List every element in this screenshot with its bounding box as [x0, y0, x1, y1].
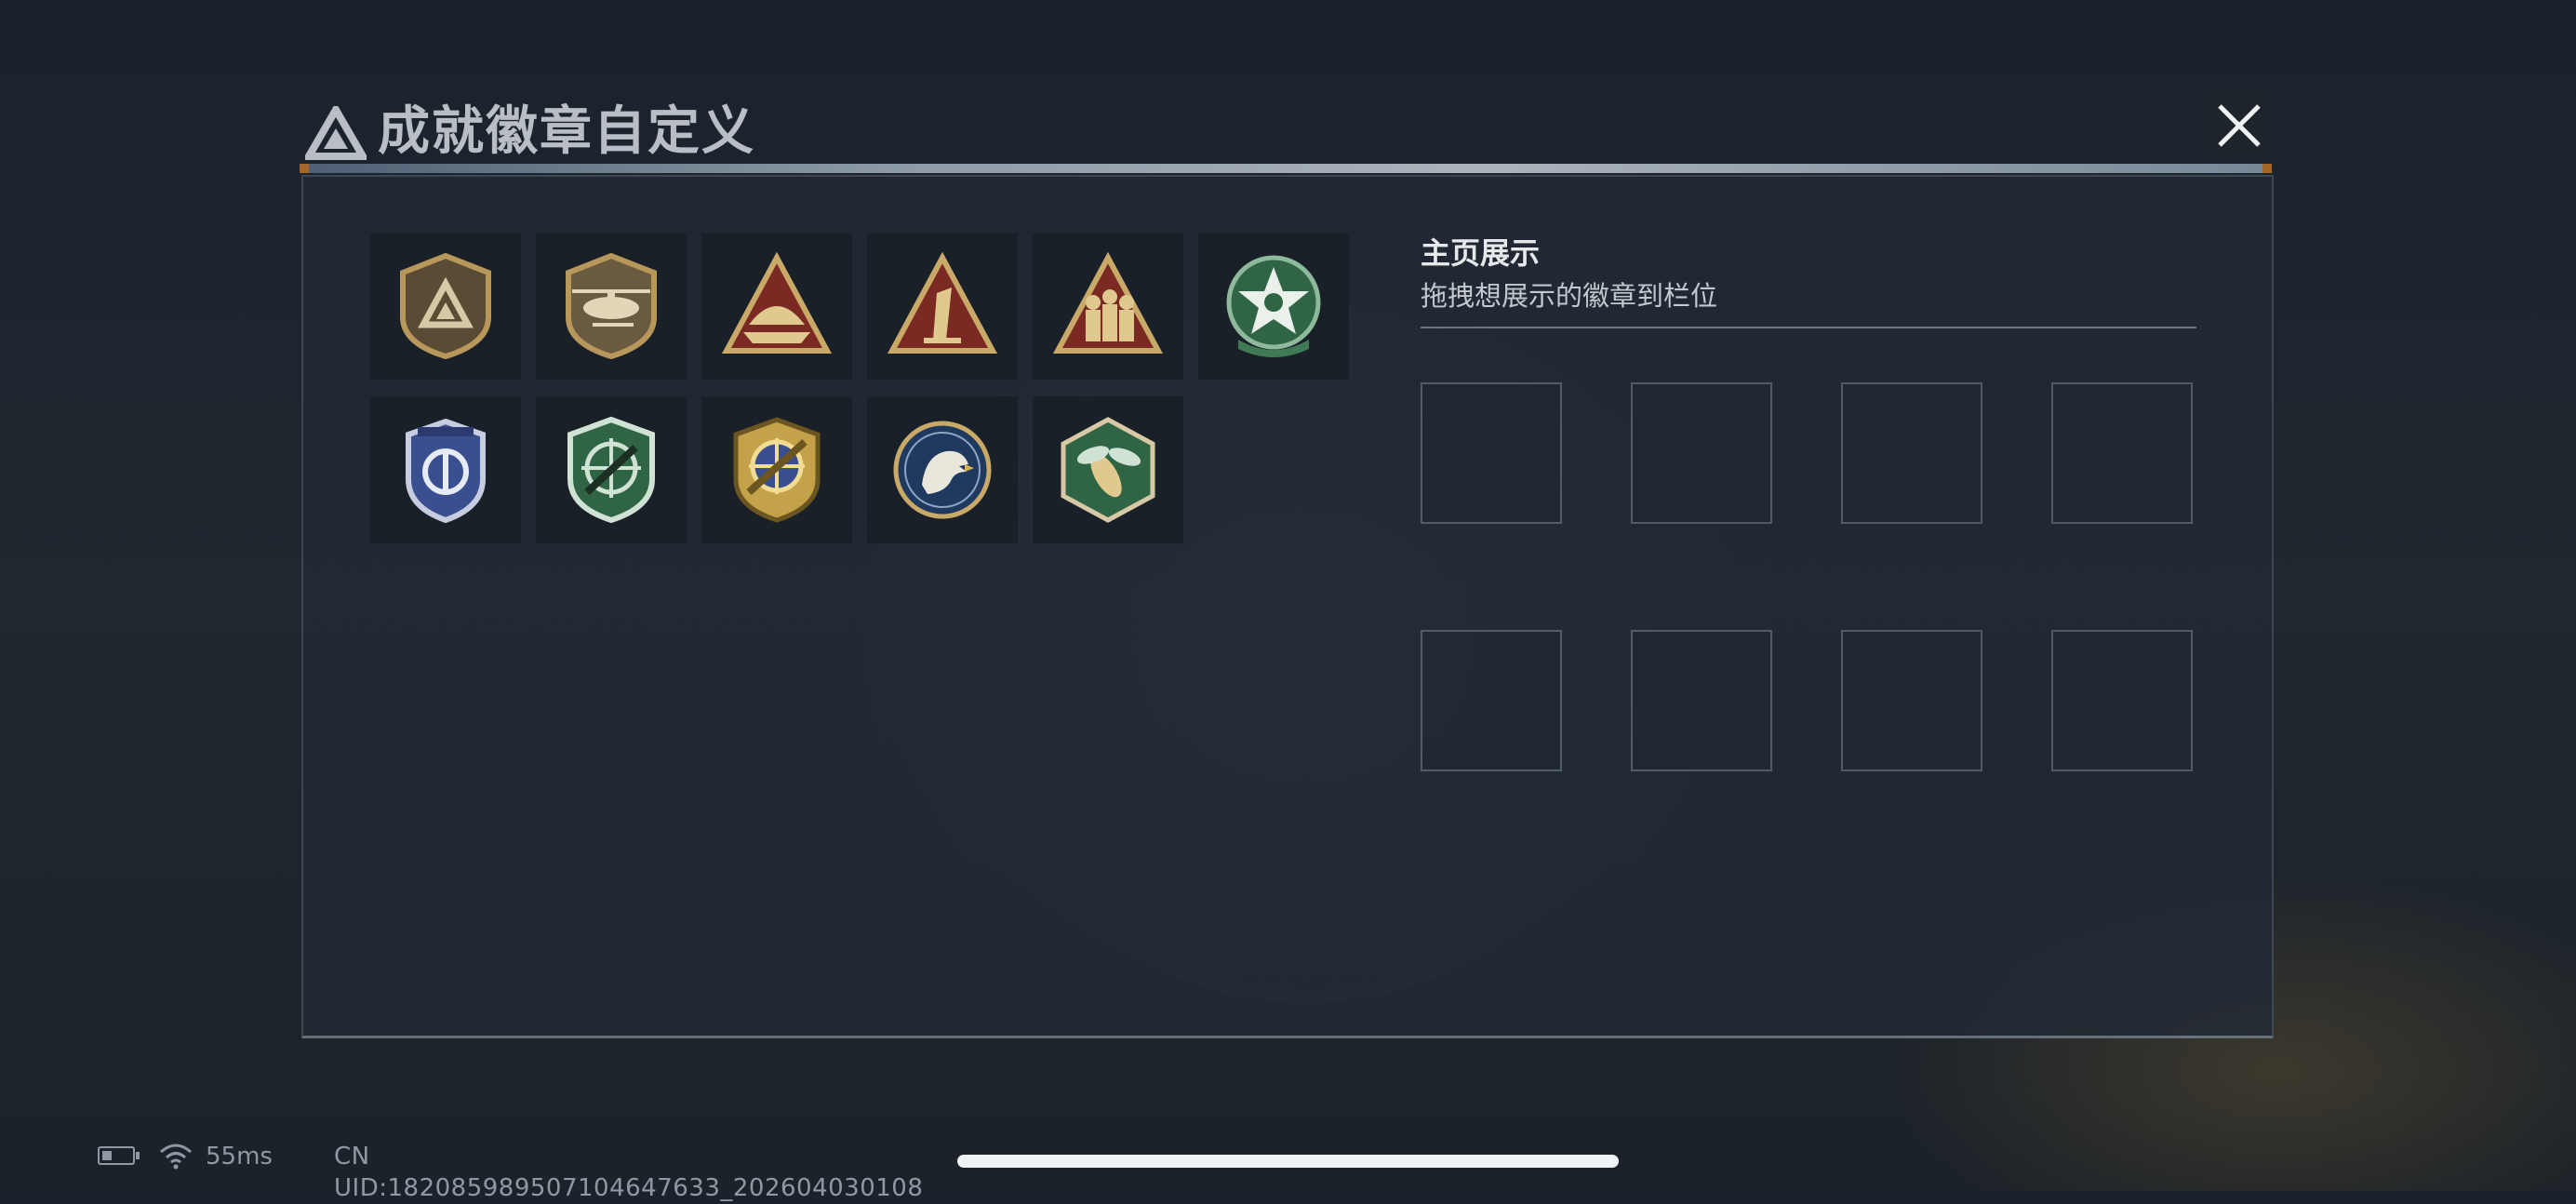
number-one-badge-icon — [887, 251, 998, 354]
title-underline — [300, 164, 2272, 173]
homepage-showcase: 主页展示 拖拽想展示的徽章到栏位 — [1421, 233, 2196, 771]
display-slot-3[interactable] — [1841, 382, 1982, 524]
badge-customize-panel: 主页展示 拖拽想展示的徽章到栏位 — [301, 175, 2274, 1038]
uid-text: CN UID:182085989507104647633_20260403010… — [334, 1143, 924, 1202]
badge-slot-blue-shield[interactable] — [370, 396, 521, 543]
badge-slot-green-crosshair-rifle[interactable] — [536, 396, 687, 543]
showcase-hint: 拖拽想展示的徽章到栏位 — [1421, 280, 1718, 312]
showcase-title: 主页展示 — [1421, 235, 1541, 271]
green-star-badge-icon — [1226, 255, 1321, 357]
close-icon — [2218, 104, 2261, 147]
home-indicator[interactable] — [957, 1155, 1619, 1168]
soldiers-badge-icon — [1052, 251, 1164, 354]
display-slot-2[interactable] — [1631, 382, 1772, 524]
display-slot-1[interactable] — [1421, 382, 1562, 524]
badge-slot-boat[interactable] — [701, 233, 852, 380]
badge-slot-eagle[interactable] — [867, 396, 1018, 543]
eagle-badge-icon — [893, 421, 992, 519]
badge-slot-gold-crosshair[interactable] — [701, 396, 852, 543]
wasp-badge-icon — [1061, 417, 1155, 523]
display-slot-4[interactable] — [2051, 382, 2193, 524]
gold-crosshair-badge-icon — [733, 417, 821, 523]
wifi-icon — [160, 1144, 192, 1170]
blue-shield-badge-icon — [406, 418, 486, 524]
display-slot-6[interactable] — [1631, 630, 1772, 771]
badge-slot-soldiers[interactable] — [1033, 233, 1183, 380]
badge-slot-number-one[interactable] — [867, 233, 1018, 380]
green-crosshair-rifle-badge-icon — [567, 416, 655, 524]
badge-slot-wasp[interactable] — [1033, 396, 1183, 543]
helicopter-badge-icon — [566, 252, 657, 360]
ping-text: 55ms — [206, 1143, 273, 1171]
logo-shield-badge-icon — [400, 252, 491, 360]
display-slot-7[interactable] — [1841, 630, 1982, 771]
battery-icon — [98, 1146, 135, 1165]
dialog-title-bar: 成就徽章自定义 — [300, 89, 2272, 175]
display-slot-5[interactable] — [1421, 630, 1562, 771]
showcase-divider — [1421, 327, 2196, 328]
badge-slot-logo-shield[interactable] — [370, 233, 521, 380]
boat-badge-icon — [721, 251, 833, 354]
display-slot-8[interactable] — [2051, 630, 2193, 771]
badge-slot-green-star[interactable] — [1198, 233, 1349, 380]
badge-slot-helicopter[interactable] — [536, 233, 687, 380]
game-logo-icon — [305, 106, 367, 160]
dialog-title: 成就徽章自定义 — [378, 101, 755, 162]
close-button[interactable] — [2207, 93, 2272, 158]
